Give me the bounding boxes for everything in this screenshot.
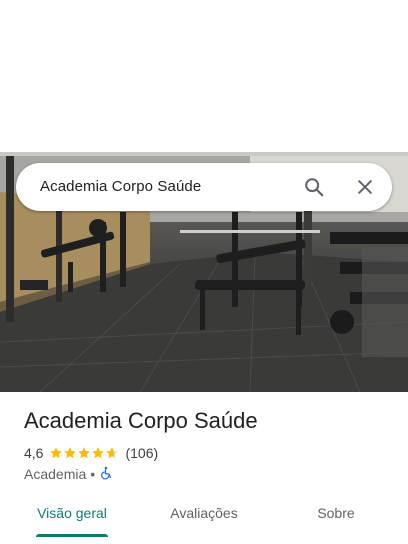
rating-value: 4,6: [24, 445, 44, 461]
tab-visao-geral[interactable]: Visão geral: [24, 494, 120, 534]
rating-stars: [49, 446, 119, 460]
search-icon[interactable]: [302, 175, 326, 199]
search-bar[interactable]: Academia Corpo Saúde: [16, 163, 392, 211]
active-tab-indicator: [36, 534, 108, 537]
tab-sobre[interactable]: Sobre: [296, 494, 376, 534]
separator-dot: •: [90, 466, 96, 482]
star-icon: [92, 447, 105, 459]
search-input[interactable]: Academia Corpo Saúde: [40, 178, 201, 195]
place-category: Academia: [24, 466, 87, 482]
category-row: Academia •: [24, 465, 113, 483]
star-half-icon: [106, 447, 119, 459]
star-icon: [78, 447, 91, 459]
star-icon: [50, 447, 63, 459]
tab-avaliacoes[interactable]: Avaliações: [154, 494, 254, 534]
place-title: Academia Corpo Saúde: [24, 408, 258, 433]
star-icon: [64, 447, 77, 459]
tab-bar: Visão geral Avaliações Sobre: [0, 494, 408, 538]
close-icon[interactable]: [353, 175, 377, 199]
rating-row[interactable]: 4,6 (106): [24, 444, 158, 462]
wheelchair-icon: [99, 466, 113, 483]
review-count[interactable]: (106): [125, 445, 158, 461]
